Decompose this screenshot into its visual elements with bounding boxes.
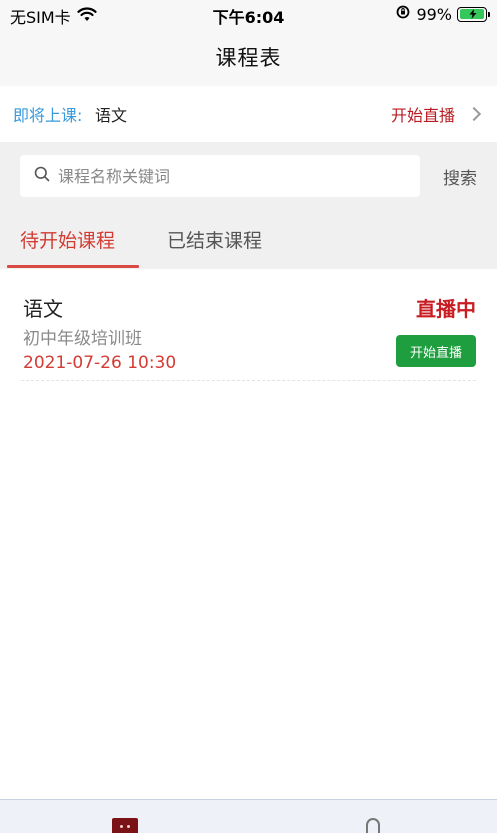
course-tabs: 待开始课程 已结束课程 xyxy=(0,212,497,269)
nav-bar: 课程表 xyxy=(0,28,497,86)
search-area: 搜索 xyxy=(0,142,497,212)
tab-upcoming-courses[interactable]: 待开始课程 xyxy=(20,226,115,253)
orientation-lock-icon xyxy=(395,4,411,24)
battery-fill xyxy=(459,9,485,19)
search-input[interactable] xyxy=(58,166,398,186)
search-button[interactable]: 搜索 xyxy=(443,164,477,189)
course-time: 2021-07-26 10:30 xyxy=(23,353,177,373)
course-class: 初中年级培训班 xyxy=(23,329,142,349)
status-right: 99% xyxy=(395,4,490,24)
tab-finished-courses[interactable]: 已结束课程 xyxy=(167,226,262,253)
start-live-button[interactable]: 开始直播 xyxy=(396,335,476,367)
carrier-label: 无SIM卡 xyxy=(10,8,71,27)
upcoming-start-live-link[interactable]: 开始直播 xyxy=(390,102,482,126)
screen: 无SIM卡 下午6:04 99% 课程表 即将上课: 语文 开始直播 课程名称关… xyxy=(0,0,497,833)
list-item[interactable]: 语文 初中年级培训班 2021-07-26 10:30 直播中 开始直播 xyxy=(21,269,476,381)
battery-icon xyxy=(457,6,490,22)
active-tab-indicator xyxy=(7,265,139,268)
status-bar: 无SIM卡 下午6:04 99% xyxy=(0,0,497,28)
upcoming-action-label: 开始直播 xyxy=(390,106,455,125)
wifi-icon xyxy=(77,6,97,26)
schedule-tab-icon[interactable] xyxy=(112,818,138,833)
search-box[interactable] xyxy=(20,155,420,197)
bottom-tab-bar xyxy=(0,799,497,833)
chevron-right-icon xyxy=(466,106,482,122)
upcoming-bar[interactable]: 即将上课: 语文 开始直播 xyxy=(0,86,497,142)
search-icon xyxy=(34,166,50,186)
status-left: 无SIM卡 xyxy=(10,4,97,28)
profile-tab-icon[interactable] xyxy=(366,818,380,833)
upcoming-course: 语文 xyxy=(95,106,128,125)
page-title: 课程表 xyxy=(215,46,282,70)
course-name: 语文 xyxy=(23,297,63,321)
battery-percent: 99% xyxy=(416,4,452,24)
upcoming-label: 即将上课: xyxy=(13,106,83,125)
status-badge: 直播中 xyxy=(416,297,476,321)
course-list: 语文 初中年级培训班 2021-07-26 10:30 直播中 开始直播 xyxy=(0,269,497,381)
